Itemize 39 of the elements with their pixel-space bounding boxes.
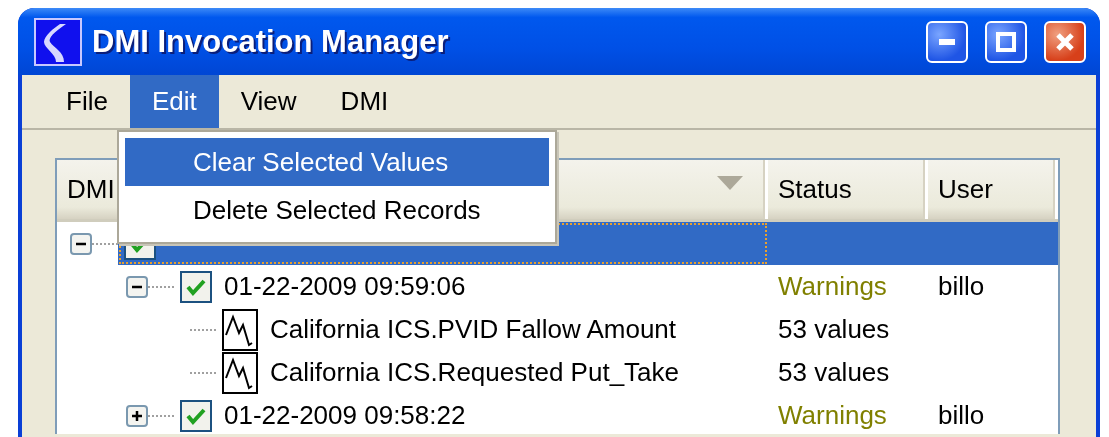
menu-option[interactable]: Clear Selected Values xyxy=(125,138,549,186)
column-header[interactable]: User xyxy=(938,174,993,205)
column-header[interactable]: Status xyxy=(778,174,852,205)
minimize-icon xyxy=(939,38,955,45)
close-icon xyxy=(1055,31,1075,52)
app-logo-icon xyxy=(34,17,82,66)
window-title: DMI Invocation Manager xyxy=(92,23,450,60)
user-name: billo xyxy=(938,271,985,301)
tree-row[interactable]: California ICS.PVID Fallow Amount 53 values xyxy=(216,308,1058,351)
tree-item-label: 01-22-2009 09:58:22 xyxy=(224,400,466,431)
checkbox[interactable] xyxy=(180,399,212,432)
line-chart-icon xyxy=(222,351,258,394)
tree-row[interactable]: California ICS.Requested Put_Take 53 values xyxy=(216,351,1058,394)
menu-option[interactable]: Delete Selected Records xyxy=(125,186,549,234)
tree-item-label: California ICS.PVID Fallow Amount xyxy=(270,314,677,345)
maximize-icon xyxy=(996,31,1016,52)
expand-icon[interactable] xyxy=(126,404,148,427)
menu-item[interactable]: Edit xyxy=(129,75,219,128)
tree-row[interactable]: 01-22-2009 09:59:06 Warnings billo xyxy=(174,265,1058,308)
collapse-icon[interactable] xyxy=(126,275,148,298)
close-button[interactable] xyxy=(1044,20,1086,63)
column-header[interactable]: DMI xyxy=(67,174,115,205)
status-text: 53 values xyxy=(778,314,890,344)
status-text: Warnings xyxy=(778,400,887,430)
tree-row[interactable]: 01-22-2009 09:58:22 Warnings billo xyxy=(174,394,1058,434)
sort-arrow-icon xyxy=(717,176,743,190)
tree-item-label: 01-22-2009 09:59:06 xyxy=(224,271,466,302)
maximize-button[interactable] xyxy=(985,20,1027,63)
line-chart-icon xyxy=(222,308,258,351)
menu-item[interactable]: View xyxy=(218,75,319,128)
status-text: Warnings xyxy=(778,271,887,301)
tree-item-label: California ICS.Requested Put_Take xyxy=(270,357,679,388)
menu-item[interactable]: DMI xyxy=(318,75,411,128)
minimize-button[interactable] xyxy=(926,20,968,63)
checkbox[interactable] xyxy=(180,270,212,303)
collapse-icon[interactable] xyxy=(70,232,92,255)
menu-item[interactable]: File xyxy=(44,75,130,128)
user-name: billo xyxy=(938,400,985,430)
status-text: 53 values xyxy=(778,357,890,387)
